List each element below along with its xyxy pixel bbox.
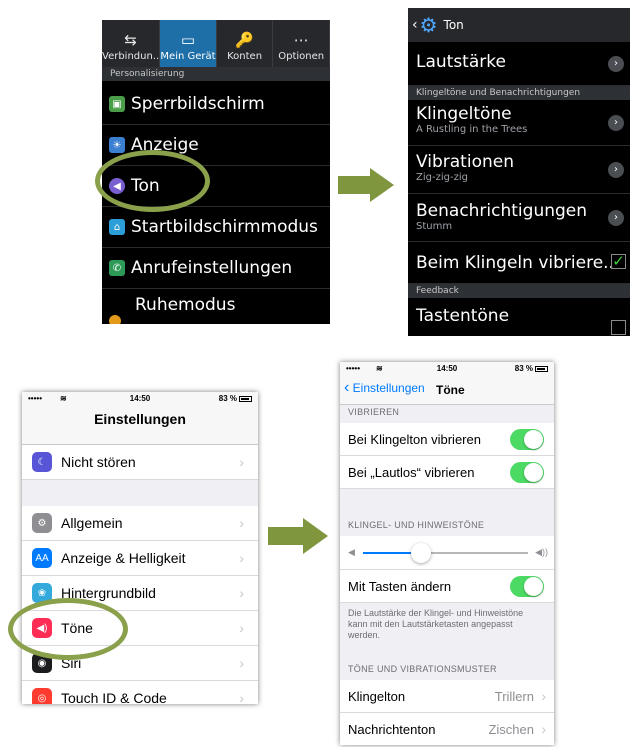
menu-item-homescreen[interactable]: ⌂ Startbildschirmmodus (102, 207, 330, 248)
settings-item-sounds[interactable]: ◀) Töne › (22, 611, 258, 646)
section-feedback: Feedback (408, 284, 630, 298)
volume-slider[interactable] (363, 543, 528, 563)
action-bar: ‹ ⚙ Ton (408, 8, 630, 42)
page-title: Ton (443, 18, 464, 32)
battery-icon (239, 395, 252, 402)
status-bar: ••••• ≋ 14:50 83 % (22, 392, 258, 405)
chevron-right-icon: › (608, 115, 624, 131)
chevron-right-icon: › (239, 655, 244, 671)
ios-settings-screen: ••••• ≋ 14:50 83 % Einstellungen ☾ Nicht … (22, 392, 258, 704)
home-icon: ⌂ (109, 219, 125, 235)
menu-item-sound[interactable]: ◀ Ton (102, 166, 330, 207)
menu-item-sleep-mode[interactable]: Ruhemodus (102, 289, 330, 324)
row-ringtone[interactable]: Klingelton Trillern › (340, 680, 554, 713)
settings-item-siri[interactable]: ◉ Siri › (22, 646, 258, 681)
device-icon: ▭ (180, 31, 196, 49)
toggle-change-with-buttons[interactable] (510, 575, 544, 597)
footer-note: Die Lautstärke der Klingel- und Hinweist… (348, 608, 524, 640)
row-key-tones[interactable]: Tastentöne (408, 298, 630, 336)
row-vibrations[interactable]: Vibrationen Zig-zig-zig › (408, 146, 630, 194)
android-sound-screen: ‹ ⚙ Ton Lautstärke › Klingeltöne und Ben… (408, 8, 630, 336)
menu-item-display[interactable]: ☀ Anzeige (102, 125, 330, 166)
settings-item-do-not-disturb[interactable]: ☾ Nicht stören › (22, 445, 258, 480)
display-icon: ☀ (109, 137, 125, 153)
back-arrow-icon[interactable]: ‹ (412, 17, 418, 33)
chevron-right-icon: › (239, 585, 244, 601)
chevron-right-icon: › (239, 550, 244, 566)
row-message-tone[interactable]: Nachrichtenton Zischen › (340, 713, 554, 745)
settings-item-wallpaper[interactable]: ❀ Hintergrundbild › (22, 576, 258, 611)
arrow-right-icon (338, 168, 394, 202)
chevron-right-icon: › (608, 210, 624, 226)
row-change-with-buttons[interactable]: Mit Tasten ändern (340, 570, 554, 603)
back-button[interactable]: ‹ Einstellungen (344, 379, 425, 397)
android-settings-screen: ⇆ Verbindun.. ▭ Mein Gerät 🔑 Konten ⋯ Option… (102, 20, 330, 324)
row-ringtones[interactable]: Klingeltöne A Rustling in the Trees › (408, 100, 630, 146)
menu-item-call-settings[interactable]: ✆ Anrufeinstellungen (102, 248, 330, 289)
chevron-right-icon: › (239, 454, 244, 470)
chevron-right-icon: › (608, 162, 624, 178)
android-tab-bar: ⇆ Verbindun.. ▭ Mein Gerät 🔑 Konten ⋯ Option… (102, 20, 330, 67)
volume-high-icon: ◀)) (535, 547, 548, 557)
moon-icon: ☾ (32, 452, 52, 472)
aa-icon: AA (32, 548, 52, 568)
checkbox-unchecked[interactable] (611, 320, 626, 335)
lockscreen-icon: ▣ (109, 96, 125, 112)
gear-icon: ⚙ (32, 513, 52, 533)
gear-icon: ⚙ (419, 13, 438, 37)
tab-my-device[interactable]: ▭ Mein Gerät (160, 20, 217, 67)
settings-item-display[interactable]: AA Anzeige & Helligkeit › (22, 541, 258, 576)
chevron-right-icon: › (541, 721, 546, 737)
call-icon: ✆ (109, 260, 125, 276)
volume-low-icon: ◀ (348, 547, 355, 557)
more-icon: ⋯ (293, 31, 309, 49)
volume-knob[interactable] (410, 543, 431, 563)
page-title: Töne (436, 383, 465, 397)
section-ringtones: Klingeltöne und Benachrichtigungen (408, 86, 630, 100)
fingerprint-icon: ◎ (32, 688, 52, 704)
row-notifications[interactable]: Benachrichtigungen Stumm › (408, 194, 630, 242)
row-volume[interactable]: Lautstärke › (408, 42, 630, 86)
volume-slider-row: ◀ ◀)) (340, 536, 554, 570)
chevron-right-icon: › (239, 515, 244, 531)
battery-icon (535, 365, 548, 372)
tab-connections[interactable]: ⇆ Verbindun.. (102, 20, 161, 67)
settings-item-touch-id[interactable]: ◎ Touch ID & Code › (22, 681, 258, 704)
row-vibrate-ring[interactable]: Bei Klingelton vibrieren (340, 423, 554, 456)
tab-options[interactable]: ⋯ Optionen (273, 20, 330, 67)
ios-sounds-screen: ••••• ≋ 14:50 83 % ‹ Einstellungen Töne … (340, 362, 554, 745)
toggle-vibrate-silent[interactable] (510, 461, 544, 483)
accounts-icon: 🔑 (235, 31, 254, 49)
row-vibrate-silent[interactable]: Bei „Lautlos“ vibrieren (340, 456, 554, 489)
arrow-right-icon (268, 518, 328, 554)
chevron-right-icon: › (239, 620, 244, 636)
connections-icon: ⇆ (124, 31, 137, 49)
settings-item-general[interactable]: ⚙ Allgemein › (22, 506, 258, 541)
wallpaper-icon: ❀ (32, 583, 52, 603)
chevron-right-icon: › (239, 690, 244, 704)
toggle-vibrate-ring[interactable] (510, 428, 544, 450)
siri-icon: ◉ (32, 653, 52, 673)
chevron-right-icon: › (608, 56, 624, 72)
menu-item-lockscreen[interactable]: ▣ Sperrbildschirm (102, 84, 330, 125)
section-ringer: KLINGEL- UND HINWEISTÖNE (348, 520, 485, 530)
section-header: Personalisierung (102, 67, 330, 81)
row-vibrate-on-ring[interactable]: Beim Klingeln vibriere.. ✓ (408, 242, 630, 284)
sleep-icon (109, 315, 121, 324)
checkbox-checked[interactable]: ✓ (611, 254, 626, 269)
section-patterns: TÖNE UND VIBRATIONSMUSTER (348, 664, 497, 674)
speaker-icon: ◀) (32, 618, 52, 638)
tab-accounts[interactable]: 🔑 Konten (217, 20, 274, 67)
sound-icon: ◀ (109, 178, 125, 194)
navigation-bar: ‹ Einstellungen Töne (340, 375, 554, 405)
status-bar: ••••• ≋ 14:50 83 % (340, 362, 554, 375)
section-vibrate: VIBRIEREN (348, 407, 400, 417)
page-title: Einstellungen (94, 411, 186, 427)
chevron-right-icon: › (541, 688, 546, 704)
chevron-left-icon: ‹ (344, 379, 350, 396)
navigation-bar: Einstellungen (22, 405, 258, 445)
